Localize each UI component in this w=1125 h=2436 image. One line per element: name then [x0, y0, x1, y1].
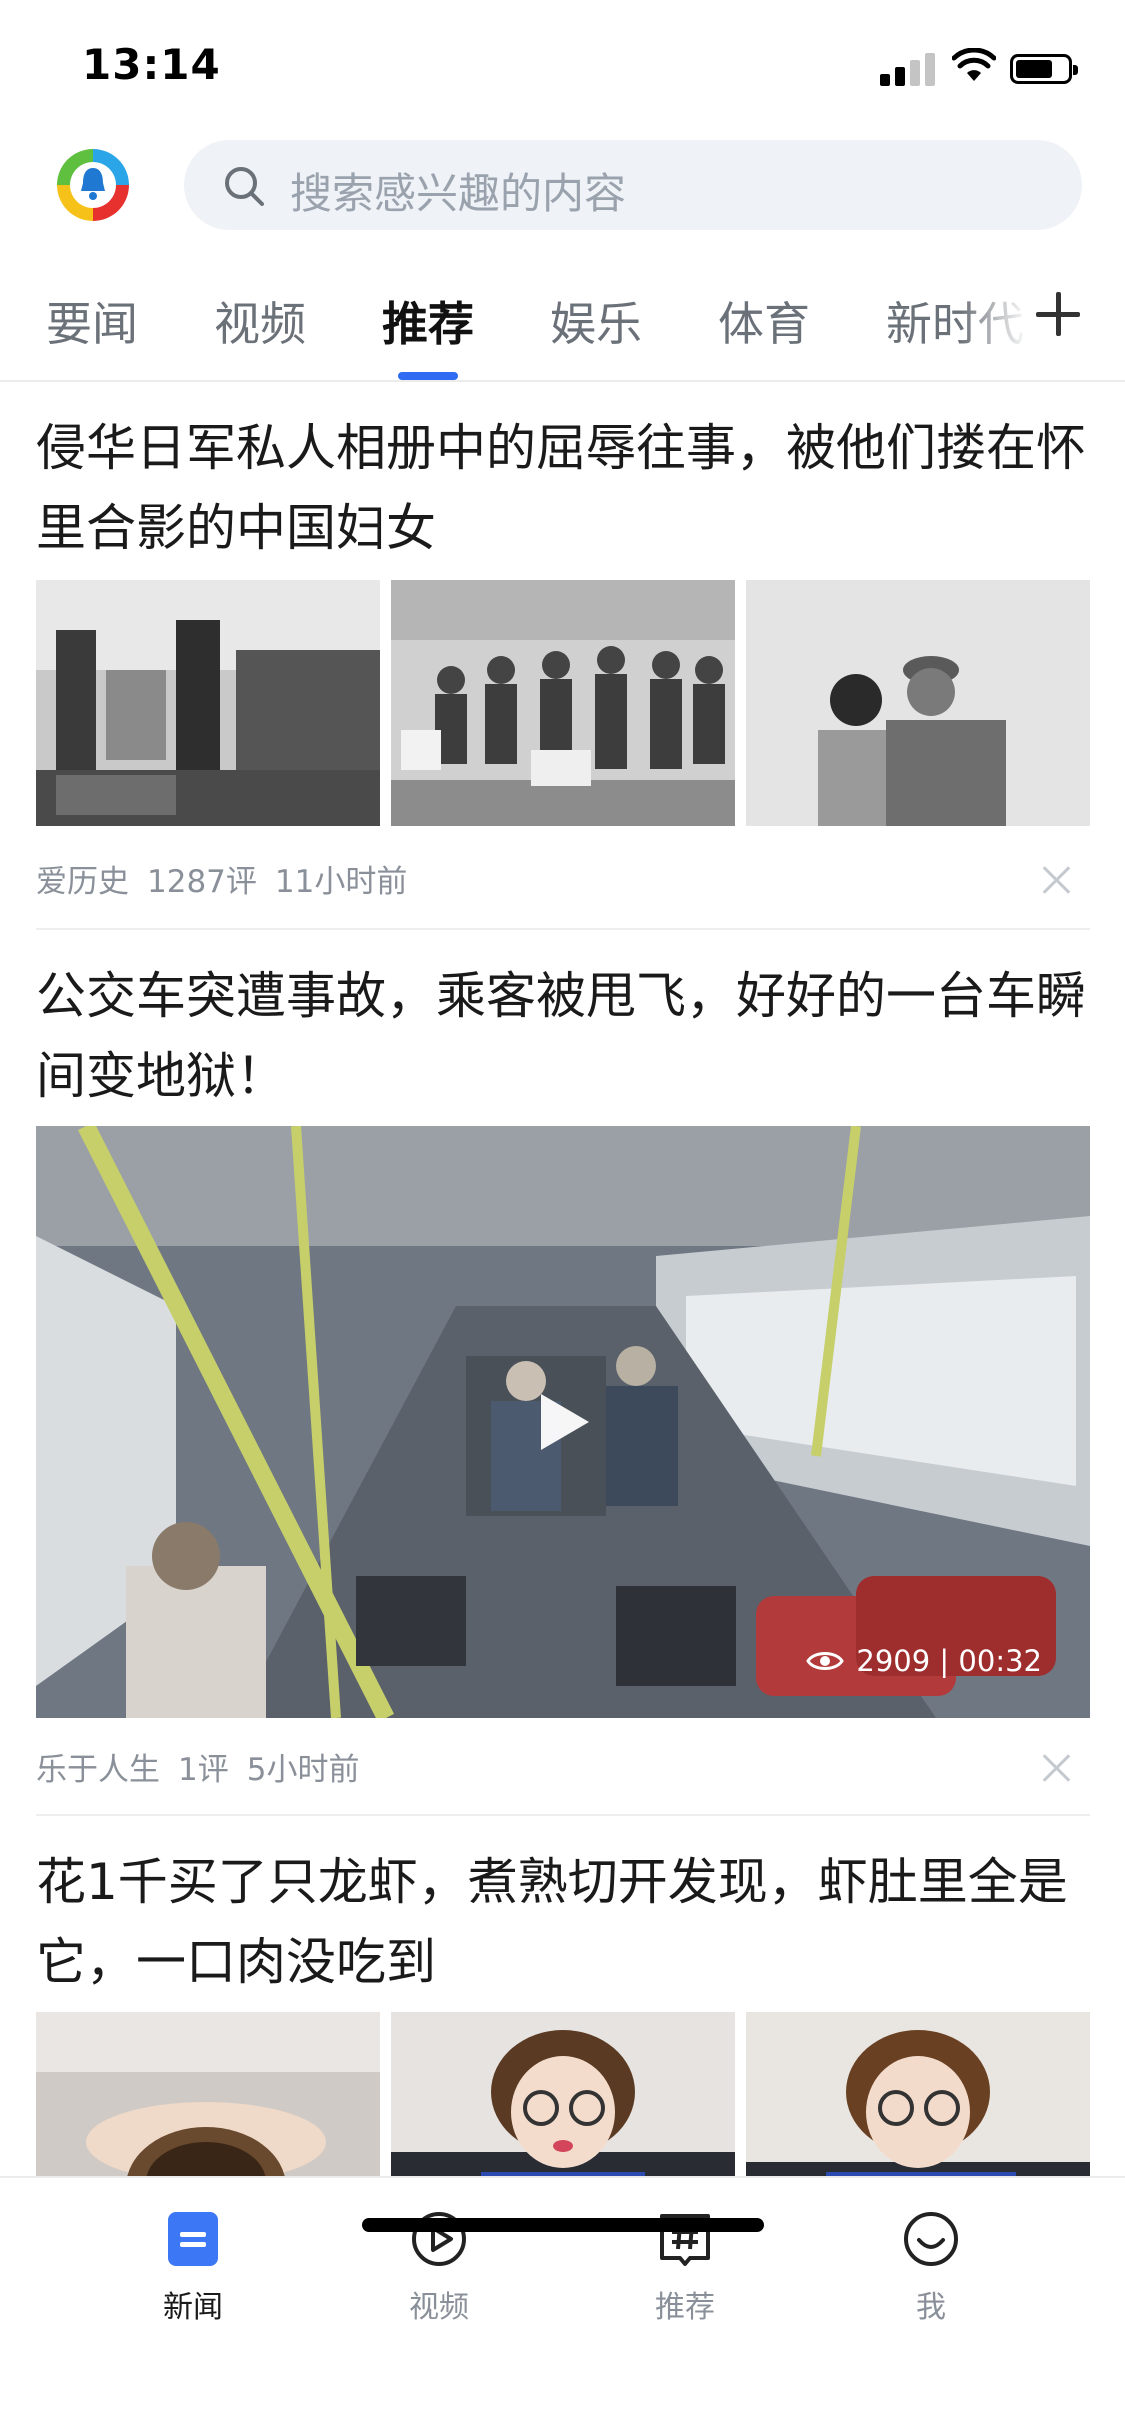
bottom-tab-label: 视频: [409, 2290, 469, 2325]
views-duration: 2909 | 00:32: [856, 1644, 1042, 1678]
home-indicator[interactable]: [362, 2218, 764, 2232]
app-logo-icon[interactable]: [54, 146, 132, 224]
bottom-tab-news[interactable]: 新闻: [133, 2208, 253, 2326]
news-icon: [168, 2212, 218, 2266]
video-stats: 2909 | 00:32: [806, 1644, 1042, 1678]
battery-icon: [1010, 54, 1078, 84]
tab-sports[interactable]: 体育: [718, 288, 810, 354]
article-thumbnails[interactable]: [36, 2012, 1090, 2176]
add-channel-icon[interactable]: [1036, 292, 1080, 336]
header: 搜索感兴趣的内容: [0, 132, 1125, 246]
article-card[interactable]: 花1千买了只龙虾，煮熟切开发现，虾肚里全是它，一口肉没吃到: [36, 1842, 1090, 2002]
article-meta: 乐于人生 1评 5小时前: [36, 1744, 377, 1789]
comment-count: 1287评: [147, 864, 257, 900]
search-input[interactable]: 搜索感兴趣的内容: [184, 140, 1082, 230]
publish-time: 11小时前: [274, 864, 408, 900]
thumbnail-image[interactable]: [746, 580, 1090, 826]
search-placeholder: 搜索感兴趣的内容: [290, 169, 627, 218]
article-card[interactable]: 侵华日军私人相册中的屈辱往事，被他们搂在怀里合影的中国妇女: [36, 408, 1090, 568]
article-title[interactable]: 侵华日军私人相册中的屈辱往事，被他们搂在怀里合影的中国妇女: [36, 408, 1090, 568]
tab-recommend[interactable]: 推荐: [382, 288, 474, 354]
tab-yaowen[interactable]: 要闻: [46, 288, 138, 354]
article-thumbnails[interactable]: [36, 580, 1090, 826]
bottom-tab-me[interactable]: 我: [871, 2208, 991, 2326]
search-icon: [225, 167, 264, 206]
wifi-icon: [952, 48, 996, 81]
news-feed[interactable]: 侵华日军私人相册中的屈辱往事，被他们搂在怀里合影的中国妇女 爱历史 1287评 …: [0, 384, 1125, 2176]
thumbnail-image[interactable]: [391, 2012, 735, 2176]
article-card[interactable]: 公交车突遭事故，乘客被甩飞，好好的一台车瞬间变地狱！: [36, 956, 1090, 1116]
thumbnail-image[interactable]: [36, 2012, 380, 2176]
dismiss-icon[interactable]: [1043, 866, 1071, 894]
bottom-tab-label: 我: [916, 2290, 946, 2325]
status-bar: 13:14: [0, 0, 1125, 132]
thumbnail-image[interactable]: [391, 580, 735, 826]
article-title[interactable]: 花1千买了只龙虾，煮熟切开发现，虾肚里全是它，一口肉没吃到: [36, 1842, 1090, 2002]
dismiss-icon[interactable]: [1043, 1754, 1071, 1782]
thumbnail-image[interactable]: [36, 580, 380, 826]
divider: [36, 1814, 1090, 1816]
status-time: 13:14: [82, 40, 221, 89]
comment-count: 1评: [178, 1752, 229, 1788]
channel-tabs: 要闻 视频 推荐 娱乐 体育 新时代: [0, 270, 1125, 382]
article-meta: 爱历史 1287评 11小时前: [36, 856, 425, 901]
video-player[interactable]: 2909 | 00:32: [36, 1126, 1090, 1718]
divider: [36, 928, 1090, 930]
active-tab-indicator: [398, 372, 458, 380]
tab-entertainment[interactable]: 娱乐: [550, 288, 642, 354]
eye-icon: [806, 1652, 845, 1670]
smile-icon: [904, 2212, 958, 2266]
bottom-tab-bar: 新闻 视频 推荐 我: [0, 2176, 1125, 2436]
bottom-tab-label: 新闻: [163, 2290, 223, 2325]
article-source[interactable]: 乐于人生: [36, 1752, 160, 1788]
article-title[interactable]: 公交车突遭事故，乘客被甩飞，好好的一台车瞬间变地狱！: [36, 956, 1090, 1116]
publish-time: 5小时前: [246, 1752, 360, 1788]
article-source[interactable]: 爱历史: [36, 864, 129, 900]
thumbnail-image[interactable]: [746, 2012, 1090, 2176]
tab-video[interactable]: 视频: [214, 288, 306, 354]
bottom-tab-label: 推荐: [655, 2290, 715, 2325]
play-icon[interactable]: [541, 1394, 589, 1450]
tab-fade: [960, 270, 1040, 380]
cellular-signal-icon: [880, 52, 936, 86]
